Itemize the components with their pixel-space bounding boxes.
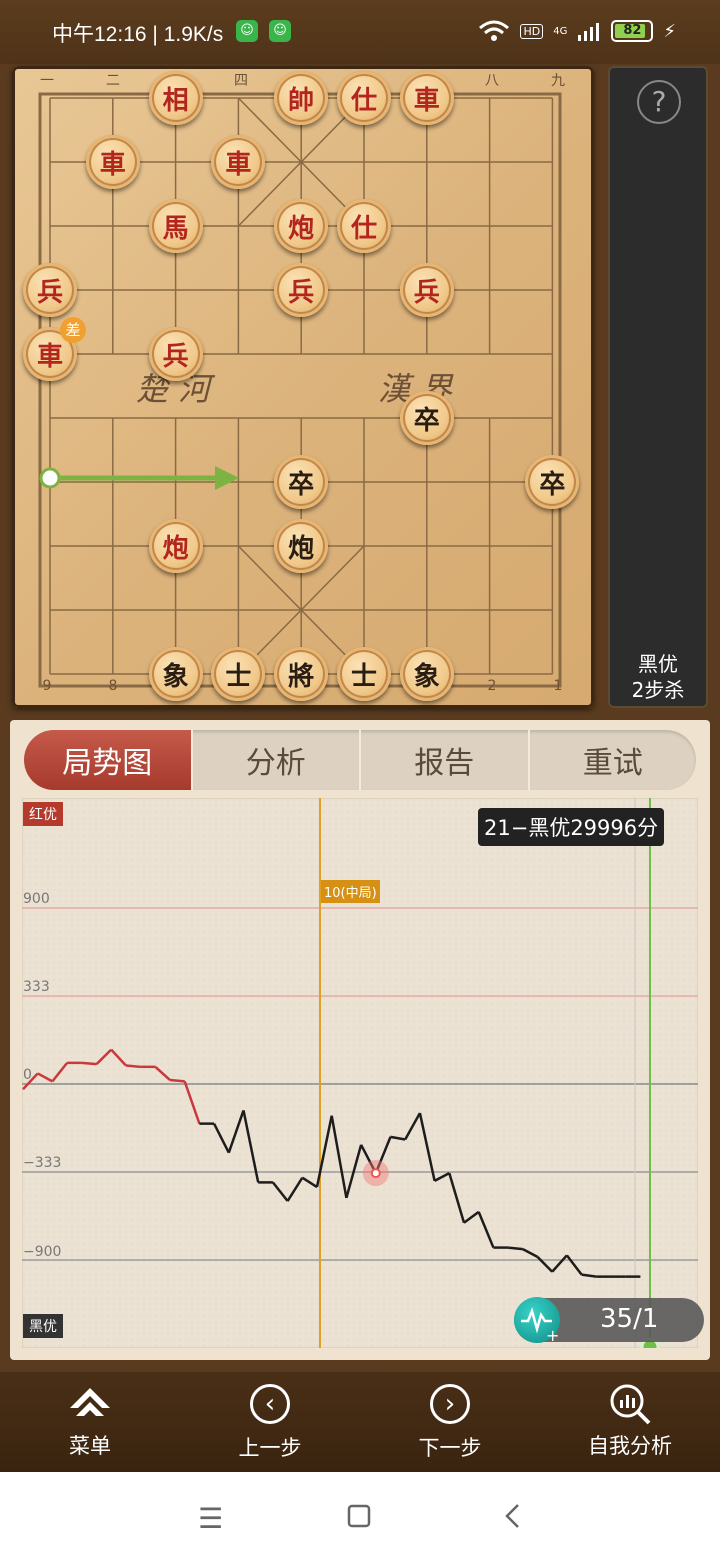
evaluation-chart[interactable]: 红优 黑优 21−黑优29996分 900 333 0 −333 −900 10… [21,797,704,1357]
file-label-top: 四 [234,73,248,89]
tab-report[interactable]: 报告 [361,730,530,790]
prev-step-label: 上一步 [238,1436,302,1460]
chess-piece[interactable]: 將 [274,647,329,701]
chevron-left-icon: ‹ [250,1384,290,1424]
y-tick-label: 333 [23,979,50,995]
y-tick-label: 0 [23,1067,32,1083]
chess-piece[interactable]: 仕 [337,199,391,253]
next-step-label: 下一步 [418,1436,482,1460]
self-analysis-label: 自我分析 [588,1434,672,1458]
analysis-panel: 局势图 分析 报告 重试 红优 黑优 21−黑优29996分 900 333 0… [10,720,710,1360]
chess-piece[interactable]: 士 [211,647,266,701]
charging-icon: ⚡ [663,20,676,42]
file-label-bottom: 9 [42,678,52,694]
chevron-right-icon: › [430,1384,470,1424]
chess-piece[interactable]: 兵 [274,263,329,317]
analysis-tabs: 局势图 分析 报告 重试 [24,730,696,790]
eval-line-segment [81,1061,97,1066]
file-label-bottom: 2 [487,678,497,694]
prev-step-button[interactable]: ‹ 上一步 [210,1382,330,1462]
eval-line-segment [507,1246,523,1251]
move-progress-pill[interactable]: + 35/1 [514,1297,704,1345]
file-label-top: 八 [485,73,499,89]
chess-piece[interactable]: 炮 [274,199,329,253]
chess-board[interactable]: 一 二 四 八 九 9 8 2 1 楚 河 漢 界 相帥仕車車車馬炮仕兵兵兵車兵… [12,66,594,708]
battery-icon: 82 [611,20,654,42]
self-analysis-button[interactable]: 自我分析 [570,1382,690,1460]
y-tick-label: −333 [23,1155,62,1171]
side-panel: ? 黑优 2步杀 [608,66,708,708]
analysis-magnifier-icon [608,1382,652,1426]
tab-situation-chart[interactable]: 局势图 [24,730,193,790]
chess-piece[interactable]: 馬 [148,199,203,253]
help-button[interactable]: ? [637,80,681,124]
chess-piece[interactable]: 帥 [274,71,329,125]
tab-analysis[interactable]: 分析 [193,730,361,790]
y-tick-label: 900 [23,891,50,907]
signal-icon [578,23,600,41]
tab-retry[interactable]: 重试 [530,730,697,790]
menu-button[interactable]: 菜单 [30,1382,150,1460]
system-nav-bar: ☰ [0,1472,720,1560]
eval-line-segment [125,1064,141,1069]
status-time: 中午12:16 | 1.9K/s [52,23,224,46]
eval-line-segment [169,1078,185,1083]
result-line-1: 黑优 [638,652,678,676]
home-icon[interactable] [347,1502,371,1535]
file-label-bottom: 8 [108,678,118,694]
score-tooltip: 21−黑优29996分 [478,808,665,846]
chess-piece[interactable]: 兵 [148,327,203,381]
chess-piece[interactable]: 卒 [525,455,580,509]
chess-piece[interactable]: 象 [399,647,454,701]
file-label-top: 一 [40,73,54,89]
chess-piece[interactable]: 象 [148,647,203,701]
chess-piece[interactable]: 相 [148,71,203,125]
waveform-add-icon: + [514,1297,560,1345]
highlight-point [370,1168,381,1179]
file-label-top: 九 [551,73,565,89]
status-bar: 中午12:16 | 1.9K/s ☺ ☺ HD 4G 82 ⚡ [0,0,720,64]
chess-piece[interactable]: 炮 [274,519,329,573]
midgame-marker-label: 10(中局) [321,880,380,903]
svg-text:+: + [546,1326,559,1343]
chess-piece[interactable]: 車 [399,71,454,125]
hd-icon: HD [520,23,544,39]
back-icon[interactable] [502,1502,522,1537]
network-type: 4G [553,25,568,37]
wifi-icon [479,20,510,41]
chess-piece[interactable]: 兵 [399,263,454,317]
app-notification-icon: ☺ [236,20,258,42]
file-label-bottom: 1 [553,678,563,694]
result-line-2: 2步杀 [631,678,685,702]
chess-piece[interactable]: 士 [337,647,391,701]
chess-piece[interactable]: 炮 [148,519,203,573]
red-advantage-label: 红优 [23,802,63,826]
chess-piece[interactable]: 車 [211,135,266,189]
chess-piece[interactable]: 車 [85,135,140,189]
chess-piece[interactable]: 仕 [337,71,391,125]
status-indicators: HD 4G 82 ⚡ [478,18,676,44]
battery-level: 82 [623,23,642,38]
menu-icon[interactable]: ☰ [198,1502,223,1535]
next-step-button[interactable]: › 下一步 [390,1382,510,1462]
mistake-badge: 差 [60,317,86,343]
file-label-top: 二 [106,73,120,89]
app-notification-icon: ☺ [269,20,291,42]
chevron-up-icon [68,1382,112,1426]
menu-label: 菜单 [69,1434,111,1458]
y-tick-label: −900 [23,1244,62,1260]
bottom-toolbar: 菜单 ‹ 上一步 › 下一步 自我分析 [0,1372,720,1472]
chess-piece[interactable]: 卒 [399,391,454,445]
chess-piece[interactable]: 卒 [274,455,329,509]
black-advantage-label: 黑优 [23,1314,63,1338]
move-progress-text: 35/1 [600,1304,659,1334]
chess-piece[interactable]: 兵 [23,263,77,317]
